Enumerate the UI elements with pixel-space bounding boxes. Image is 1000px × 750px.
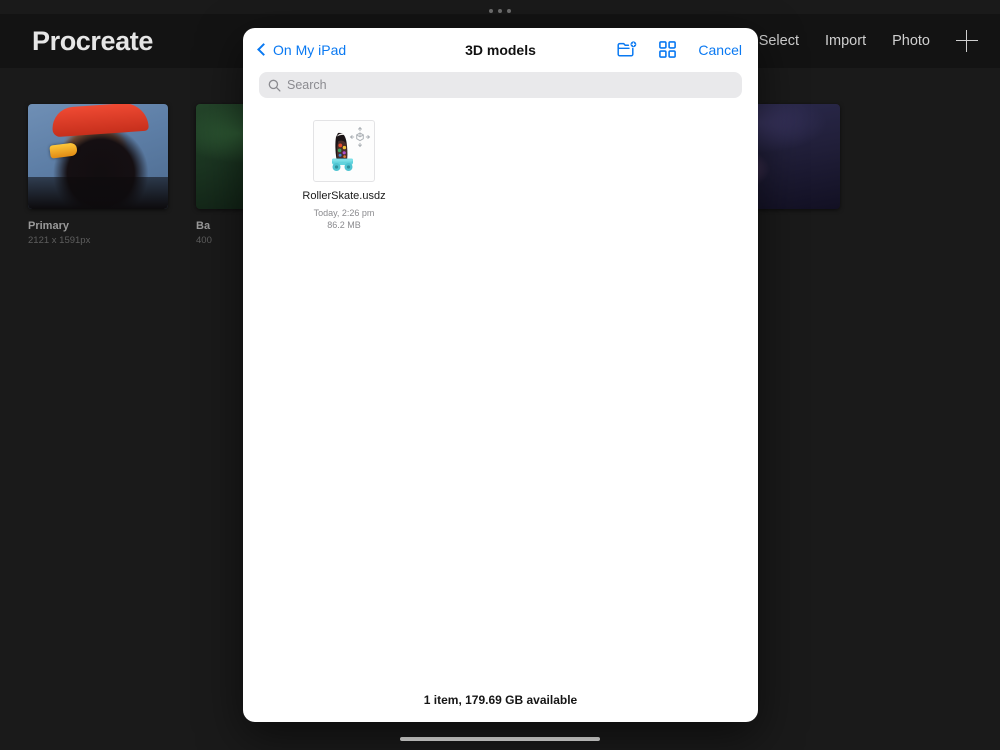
sunglasses-shape bbox=[49, 142, 78, 159]
multitask-dot bbox=[498, 9, 502, 13]
file-browser-area: RollerSkate.usdz Today, 2:26 pm 86.2 MB bbox=[243, 98, 758, 678]
artwork-title: Primary bbox=[28, 220, 69, 232]
usdz-3d-model-thumbnail[interactable] bbox=[313, 120, 375, 182]
search-box[interactable] bbox=[259, 72, 742, 98]
search-icon bbox=[268, 79, 281, 92]
cancel-button[interactable]: Cancel bbox=[698, 42, 742, 58]
file-item-rollerskate[interactable]: RollerSkate.usdz Today, 2:26 pm 86.2 MB bbox=[298, 120, 390, 230]
chevron-left-icon bbox=[257, 43, 270, 56]
home-indicator[interactable] bbox=[400, 736, 600, 741]
file-size: 86.2 MB bbox=[327, 219, 361, 230]
grid-view-icon[interactable] bbox=[659, 41, 677, 58]
photo-button[interactable]: Photo bbox=[892, 33, 930, 49]
file-picker-dialog: On My iPad 3D models Cancel Search Rolle… bbox=[243, 28, 758, 722]
picker-navbar-actions: Cancel bbox=[617, 41, 742, 58]
picker-footer: 1 item, 179.69 GB available bbox=[243, 678, 758, 722]
back-button-label: On My iPad bbox=[273, 41, 347, 58]
beanie-shape bbox=[51, 104, 149, 138]
plus-icon[interactable] bbox=[956, 30, 978, 52]
file-date: Today, 2:26 pm bbox=[313, 207, 375, 218]
search-input[interactable] bbox=[287, 78, 733, 92]
artwork-thumbnail[interactable] bbox=[28, 104, 168, 209]
artwork-dimensions: 2121 x 1591px bbox=[28, 235, 91, 246]
search-bar-container bbox=[243, 71, 758, 98]
file-name: RollerSkate.usdz bbox=[302, 190, 386, 202]
picker-navbar: On My iPad 3D models Cancel bbox=[243, 28, 758, 71]
storage-status-text: 1 item, 179.69 GB available bbox=[423, 693, 578, 707]
multitask-dot bbox=[507, 9, 511, 13]
import-button[interactable]: Import bbox=[825, 33, 866, 49]
multitask-dot bbox=[489, 9, 493, 13]
select-button[interactable]: Select bbox=[759, 33, 799, 49]
new-folder-icon[interactable] bbox=[617, 41, 637, 58]
procreate-header-actions: Select Import Photo bbox=[759, 30, 978, 52]
ar-3d-object-badge-icon bbox=[349, 126, 371, 148]
page-title: Procreate bbox=[32, 25, 153, 56]
artwork-card-primary[interactable]: Primary 2121 x 1591px bbox=[28, 104, 168, 246]
back-button[interactable]: On My iPad bbox=[257, 41, 347, 58]
jacket-shape bbox=[28, 177, 168, 209]
